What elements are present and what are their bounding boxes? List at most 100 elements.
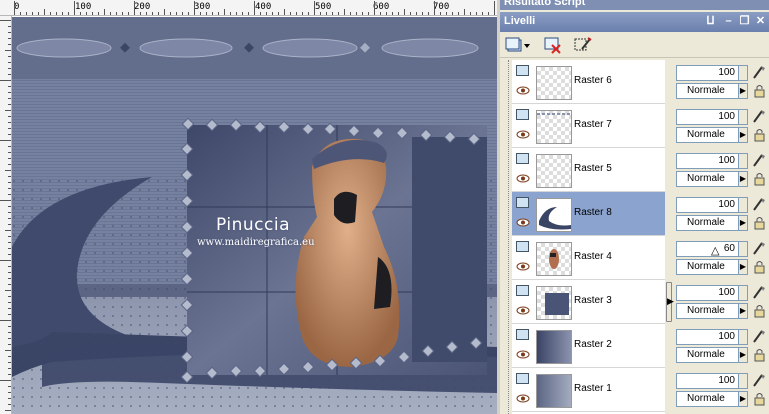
ruler-label: 100 <box>75 2 92 12</box>
brush-icon[interactable] <box>752 240 766 256</box>
ruler-tick <box>116 12 117 15</box>
raster-layer-icon[interactable] <box>516 373 529 384</box>
expand-arrow-icon[interactable]: ▶ <box>667 296 674 307</box>
raster-layer-icon[interactable] <box>516 197 529 208</box>
ruler-tick <box>8 194 11 195</box>
lock-icon[interactable] <box>753 348 766 362</box>
lock-icon[interactable] <box>753 304 766 318</box>
layer-row[interactable]: Raster 2 <box>512 324 665 368</box>
chevron-right-icon[interactable]: ▶ <box>738 260 747 274</box>
brush-icon[interactable] <box>752 64 766 80</box>
opacity-dropdown-icon[interactable] <box>738 286 747 300</box>
layer-row[interactable]: Raster 6 <box>512 60 665 104</box>
brush-icon[interactable] <box>752 284 766 300</box>
eye-icon[interactable] <box>516 130 530 139</box>
blend-mode-select[interactable]: Normale ▶ <box>676 347 748 363</box>
brush-icon[interactable] <box>752 108 766 124</box>
raster-layer-icon[interactable] <box>516 329 529 340</box>
eye-icon[interactable] <box>516 262 530 271</box>
opacity-slider[interactable]: 100 <box>676 109 748 125</box>
blend-mode-select[interactable]: Normale ▶ <box>676 391 748 407</box>
chevron-right-icon[interactable]: ▶ <box>738 84 747 98</box>
restore-icon[interactable]: ❐ <box>738 15 751 28</box>
ruler-label: 300 <box>194 2 211 12</box>
chevron-right-icon[interactable]: ▶ <box>738 304 747 318</box>
layer-properties-button[interactable] <box>572 35 594 55</box>
delete-layer-button[interactable] <box>542 35 564 55</box>
brush-icon[interactable] <box>752 152 766 168</box>
chevron-right-icon[interactable]: ▶ <box>738 128 747 142</box>
raster-layer-icon[interactable] <box>516 153 529 164</box>
blend-mode-select[interactable]: Normale ▶ <box>676 215 748 231</box>
opacity-dropdown-icon[interactable] <box>738 198 747 212</box>
ruler-tick <box>8 254 11 255</box>
chevron-right-icon[interactable]: ▶ <box>738 348 747 362</box>
ruler-tick <box>386 12 387 15</box>
opacity-slider[interactable]: 100 <box>676 197 748 213</box>
chevron-right-icon[interactable]: ▶ <box>738 172 747 186</box>
opacity-dropdown-icon[interactable] <box>738 374 747 388</box>
lock-icon[interactable] <box>753 260 766 274</box>
chevron-right-icon[interactable]: ▶ <box>738 216 747 230</box>
ruler-tick <box>8 38 11 39</box>
layer-row[interactable]: Raster 7 <box>512 104 665 148</box>
layer-name: Raster 1 <box>574 383 612 394</box>
chevron-right-icon[interactable]: ▶ <box>738 392 747 406</box>
opacity-slider[interactable]: 60 △ <box>676 241 748 257</box>
brush-icon[interactable] <box>752 372 766 388</box>
brush-icon[interactable] <box>752 328 766 344</box>
layer-row[interactable]: Raster 5 <box>512 148 665 192</box>
eye-icon[interactable] <box>516 350 530 359</box>
ruler-tick <box>8 362 11 363</box>
layer-thumbnail <box>536 286 572 320</box>
close-icon[interactable]: ✕ <box>754 15 767 28</box>
opacity-slider[interactable]: 100 <box>676 329 748 345</box>
eye-icon[interactable] <box>516 218 530 227</box>
opacity-dropdown-icon[interactable] <box>738 330 747 344</box>
lock-icon[interactable] <box>753 392 766 406</box>
opacity-dropdown-icon[interactable] <box>738 66 747 80</box>
eye-icon[interactable] <box>516 174 530 183</box>
blend-mode-select[interactable]: Normale ▶ <box>676 171 748 187</box>
opacity-dropdown-icon[interactable] <box>738 154 747 168</box>
ruler-tick <box>440 12 441 15</box>
layer-row[interactable]: Raster 1 <box>512 368 665 412</box>
raster-layer-icon[interactable] <box>516 285 529 296</box>
opacity-slider[interactable]: 100 <box>676 373 748 389</box>
lock-icon[interactable] <box>753 128 766 142</box>
ruler-tick <box>242 12 243 15</box>
blend-mode-select[interactable]: Normale ▶ <box>676 83 748 99</box>
layer-row[interactable]: Raster 8 <box>512 192 665 236</box>
layer-row[interactable]: Raster 3 <box>512 280 665 324</box>
opacity-slider[interactable]: 100 <box>676 153 748 169</box>
brush-icon[interactable] <box>752 196 766 212</box>
blend-mode-select[interactable]: Normale ▶ <box>676 127 748 143</box>
ruler-tick <box>464 9 465 15</box>
minimize-icon[interactable]: – <box>722 15 735 28</box>
ruler-tick <box>212 12 213 15</box>
blend-mode-select[interactable]: Normale ▶ <box>676 259 748 275</box>
lock-icon[interactable] <box>753 172 766 186</box>
panel-titlebar[interactable]: Livelli ⨿ – ❐ ✕ <box>500 12 769 32</box>
opacity-dropdown-icon[interactable] <box>738 110 747 124</box>
raster-layer-icon[interactable] <box>516 65 529 76</box>
opacity-slider[interactable]: 100 <box>676 285 748 301</box>
new-layer-button[interactable] <box>504 35 534 55</box>
lock-icon[interactable] <box>753 216 766 230</box>
lock-icon[interactable] <box>753 84 766 98</box>
eye-icon[interactable] <box>516 394 530 403</box>
pin-icon[interactable]: ⨿ <box>704 15 717 28</box>
ruler-tick <box>398 12 399 15</box>
layers-panel: Risultato Script Livelli ⨿ – ❐ ✕ Raster … <box>500 0 769 414</box>
layer-properties-row: 100 Normale ▶ <box>674 104 769 148</box>
eye-icon[interactable] <box>516 306 530 315</box>
opacity-dropdown-icon[interactable] <box>738 242 747 256</box>
opacity-slider[interactable]: 100 <box>676 65 748 81</box>
ruler-tick <box>434 1 435 15</box>
eye-icon[interactable] <box>516 86 530 95</box>
layer-row[interactable]: Raster 4 <box>512 236 665 280</box>
raster-layer-icon[interactable] <box>516 109 529 120</box>
blend-mode-select[interactable]: Normale ▶ <box>676 303 748 319</box>
slider-marker-icon[interactable]: △ <box>711 244 719 257</box>
raster-layer-icon[interactable] <box>516 241 529 252</box>
